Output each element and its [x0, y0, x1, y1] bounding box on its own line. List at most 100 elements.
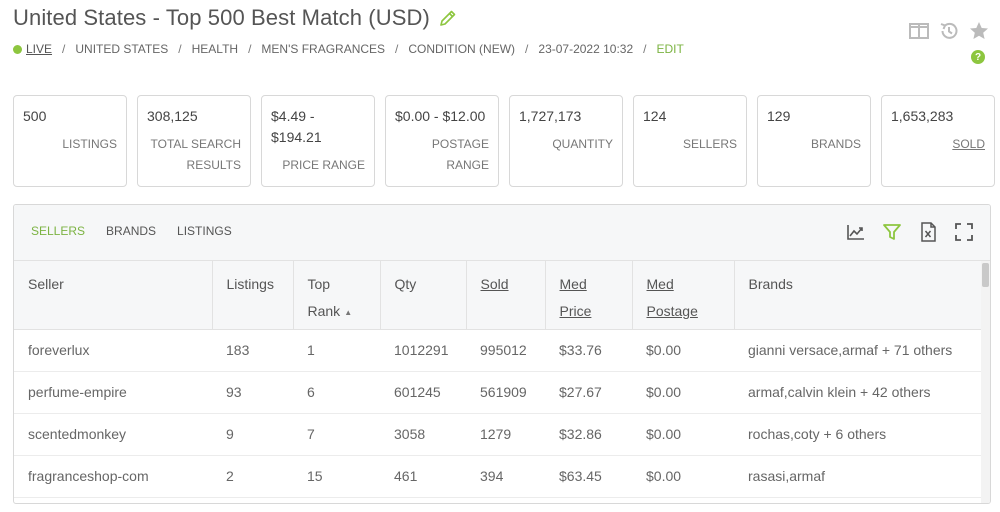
column-header-med-price[interactable]: Med Price: [545, 261, 633, 330]
cell-seller: fragranceshop-com: [14, 455, 212, 498]
table-row[interactable]: foreverlux 183 1 1012291 995012 $33.76 $…: [14, 329, 982, 372]
excel-export-icon[interactable]: [918, 222, 938, 242]
page-actions: [908, 20, 990, 47]
columns-icon[interactable]: [908, 21, 930, 46]
table-header-row: Seller Listings Top Rank ▲ Qty Sold Med Pri…: [14, 261, 982, 330]
tab-listings[interactable]: LISTINGS: [177, 224, 232, 238]
cell-qty: 1012291: [380, 329, 466, 372]
stat-value: 1,727,173: [519, 108, 582, 124]
table-scrollbar[interactable]: [981, 261, 990, 503]
column-header-brands[interactable]: Brands: [734, 261, 982, 330]
data-panel: SELLERS BRANDS LISTINGS Seller Listings …: [13, 204, 991, 504]
status-link[interactable]: LIVE: [26, 42, 52, 56]
cell-price: $63.45: [545, 455, 632, 498]
stat-value: $4.49 - $194.21: [271, 108, 322, 145]
live-status-dot: [13, 44, 22, 54]
table-row[interactable]: fragranceshop-com 2 15 461 394 $63.45 $0…: [14, 455, 982, 498]
column-header-top-rank[interactable]: Top Rank ▲: [293, 261, 381, 330]
stat-card-quantity: 1,727,173 QUANTITY: [509, 95, 623, 187]
fullscreen-icon[interactable]: [954, 222, 974, 242]
cell-brands: rasasi,armaf: [734, 455, 982, 498]
cell-listings: 93: [212, 371, 293, 414]
tab-brands[interactable]: BRANDS: [106, 224, 156, 238]
cell-seller: scentedmonkey: [14, 413, 212, 456]
panel-tabs: SELLERS BRANDS LISTINGS: [31, 224, 232, 238]
pencil-icon[interactable]: [438, 8, 458, 28]
stat-value: 124: [643, 108, 667, 124]
panel-toolbar: SELLERS BRANDS LISTINGS: [14, 205, 990, 261]
stat-label: POSTAGE RANGE: [431, 137, 489, 172]
cell-postage: $0.00: [632, 413, 734, 456]
stat-value: 308,125: [147, 108, 198, 124]
table-row[interactable]: scentedmonkey 9 7 3058 1279 $32.86 $0.00…: [14, 413, 982, 456]
stat-card-price-range: $4.49 - $194.21 PRICE RANGE: [261, 95, 375, 187]
line-chart-icon[interactable]: [846, 222, 866, 242]
stat-label: LISTINGS: [62, 137, 117, 151]
stat-label: TOTAL SEARCH RESULTS: [150, 137, 241, 172]
column-header-qty[interactable]: Qty: [380, 261, 467, 330]
stat-label: BRANDS: [810, 137, 861, 151]
column-header-listings[interactable]: Listings: [212, 261, 294, 330]
breadcrumb-country: UNITED STATES: [75, 42, 169, 56]
cell-sold: 1279: [466, 413, 545, 456]
stat-value: 1,653,283: [891, 108, 954, 124]
cell-price: $33.76: [545, 329, 632, 372]
star-icon[interactable]: [968, 20, 990, 47]
help-icon[interactable]: ?: [971, 50, 985, 64]
stat-card-listings: 500 LISTINGS: [13, 95, 127, 187]
column-header-med-postage[interactable]: Med Postage: [632, 261, 735, 330]
breadcrumb: LIVE / UNITED STATES / HEALTH / MEN'S FR…: [13, 41, 684, 57]
stat-value: 500: [23, 108, 47, 124]
stat-card-sellers: 124 SELLERS: [633, 95, 747, 187]
stat-card-brands: 129 BRANDS: [757, 95, 871, 187]
stats-row: 500 LISTINGS 308,125 TOTAL SEARCH RESULT…: [13, 95, 995, 187]
cell-postage: $0.00: [632, 371, 734, 414]
cell-brands: armaf,calvin klein + 42 others: [734, 371, 982, 414]
stat-card-sold: 1,653,283 SOLD: [881, 95, 995, 187]
column-header-sold[interactable]: Sold: [466, 261, 546, 330]
column-header-seller[interactable]: Seller: [14, 261, 213, 330]
cell-rank: 7: [293, 413, 380, 456]
cell-qty: 461: [380, 455, 466, 498]
page-header: United States - Top 500 Best Match (USD): [13, 4, 458, 32]
history-icon[interactable]: [938, 20, 960, 47]
cell-sold: 995012: [466, 329, 545, 372]
table-scrollbar-thumb[interactable]: [982, 263, 989, 287]
panel-tools: [846, 222, 974, 242]
cell-rank: 6: [293, 371, 380, 414]
cell-qty: 3058: [380, 413, 466, 456]
cell-listings: 9: [212, 413, 293, 456]
cell-qty: 601245: [380, 371, 466, 414]
cell-postage: $0.00: [632, 329, 734, 372]
cell-listings: 2: [212, 455, 293, 498]
cell-sold: 561909: [466, 371, 545, 414]
page-title: United States - Top 500 Best Match (USD): [13, 5, 430, 30]
breadcrumb-condition: CONDITION (NEW): [408, 42, 516, 56]
filter-icon[interactable]: [882, 222, 902, 242]
cell-brands: gianni versace,armaf + 71 others: [734, 329, 982, 372]
sort-asc-icon: ▲: [344, 307, 353, 317]
stat-value: 129: [767, 108, 791, 124]
sellers-table: Seller Listings Top Rank ▲ Qty Sold Med Pri…: [14, 261, 982, 498]
stat-label: SELLERS: [682, 137, 737, 151]
cell-seller: foreverlux: [14, 329, 212, 372]
cell-listings: 183: [212, 329, 293, 372]
cell-seller: perfume-empire: [14, 371, 212, 414]
breadcrumb-subcategory: MEN'S FRAGRANCES: [261, 42, 386, 56]
breadcrumb-category: HEALTH: [191, 42, 239, 56]
stat-label: PRICE RANGE: [282, 158, 365, 172]
breadcrumb-timestamp: 23-07-2022 10:32: [538, 42, 634, 56]
stat-label-sold-link[interactable]: SOLD: [952, 134, 985, 155]
cell-rank: 1: [293, 329, 380, 372]
stat-card-total-search-results: 308,125 TOTAL SEARCH RESULTS: [137, 95, 251, 187]
cell-rank: 15: [293, 455, 380, 498]
cell-price: $27.67: [545, 371, 632, 414]
stat-value: $0.00 - $12.00: [395, 108, 486, 124]
table-row[interactable]: perfume-empire 93 6 601245 561909 $27.67…: [14, 371, 982, 414]
cell-postage: $0.00: [632, 455, 734, 498]
cell-sold: 394: [466, 455, 545, 498]
stat-label: QUANTITY: [552, 137, 613, 151]
cell-brands: rochas,coty + 6 others: [734, 413, 982, 456]
edit-link[interactable]: EDIT: [656, 42, 683, 56]
tab-sellers[interactable]: SELLERS: [31, 224, 85, 238]
